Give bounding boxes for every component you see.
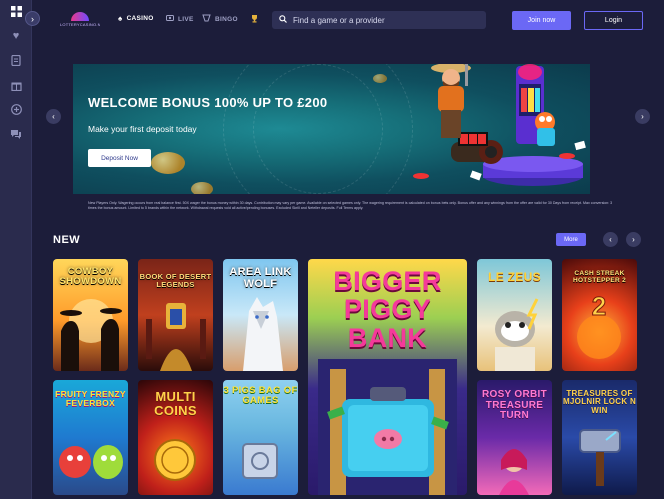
receipt-icon[interactable] <box>9 53 23 67</box>
site-logo[interactable]: LOTTERYCASINO.NET <box>60 12 100 28</box>
game-tile-fruity-frenzy-feverbox[interactable]: FRUITY FRENZY FEVERBOX <box>53 380 128 495</box>
deposit-now-button[interactable]: Deposit Now <box>88 149 151 167</box>
live-icon <box>166 14 174 24</box>
search-icon <box>279 15 287 25</box>
game-tile-rosy-orbit[interactable]: ROSY ORBIT TREASURE TURN <box>477 380 552 495</box>
game-tile-bigger-piggy-bank[interactable]: BIGGER PIGGY BANK <box>308 259 467 495</box>
coin-decoration <box>373 74 387 83</box>
welcome-banner[interactable]: WELCOME BONUS 100% UP TO £200 Make your … <box>73 64 590 194</box>
game-title: COWBOY SHOWDOWN <box>59 266 122 287</box>
game-title: TREASURES OF MJOLNIR LOCK N WIN <box>562 389 637 415</box>
chat-icon[interactable] <box>9 127 23 141</box>
banner-title: WELCOME BONUS 100% UP TO £200 <box>88 95 328 110</box>
svg-text:2: 2 <box>592 291 606 321</box>
game-tile-3-pigs[interactable]: 3 PIGS BAG OF GAMES <box>223 380 298 495</box>
game-tile-le-zeus[interactable]: LE ZEUS <box>477 259 552 371</box>
banner-next-button[interactable]: › <box>635 109 650 124</box>
trophy-icon[interactable] <box>250 14 259 23</box>
search-bar[interactable] <box>272 11 486 29</box>
new-prev-button[interactable]: ‹ <box>603 232 618 247</box>
banner-subtitle: Make your first deposit today <box>88 124 197 134</box>
nav-live[interactable]: LIVE <box>166 14 194 24</box>
game-title: MULTI COINS <box>154 389 197 418</box>
nav-bingo[interactable]: BINGO <box>202 14 238 24</box>
banner-cowboy-slot-illustration <box>413 64 586 186</box>
new-next-button[interactable]: › <box>626 232 641 247</box>
game-tile-area-link-wolf[interactable]: AREA LINK WOLF <box>223 259 298 371</box>
logo-mark <box>71 12 89 21</box>
new-section-title: NEW <box>53 234 81 246</box>
spade-icon: ♠ <box>118 14 123 23</box>
heart-icon[interactable]: ♥ <box>9 29 23 43</box>
logo-text: LOTTERYCASINO.NET <box>60 22 100 27</box>
game-tile-treasures-of-mjolnir[interactable]: TREASURES OF MJOLNIR LOCK N WIN <box>562 380 637 495</box>
coin-decoration <box>151 152 185 174</box>
join-now-button[interactable]: Join now <box>512 11 571 30</box>
game-title: LE ZEUS <box>488 270 541 284</box>
banner-decor-ring <box>253 64 383 194</box>
gift-icon[interactable] <box>9 78 23 92</box>
plus-circle-icon[interactable] <box>9 102 23 116</box>
top-header: LOTTERYCASINO.NET ♠ CASINO LIVE BINGO Jo… <box>32 0 664 40</box>
login-button[interactable]: Login <box>584 11 643 30</box>
search-input[interactable] <box>293 15 473 25</box>
game-tile-book-of-desert-legends[interactable]: BOOK OF DESERT LEGENDS <box>138 259 213 371</box>
game-title: 3 PIGS BAG OF GAMES <box>223 385 298 406</box>
game-title: FRUITY FRENZY FEVERBOX <box>55 389 126 408</box>
game-title: ROSY ORBIT TREASURE TURN <box>481 389 548 421</box>
nav-bingo-label: BINGO <box>215 15 238 23</box>
more-button[interactable]: More <box>556 233 586 246</box>
game-tile-cowboy-showdown[interactable]: COWBOY SHOWDOWN <box>53 259 128 371</box>
game-title: BIGGER PIGGY BANK <box>333 266 442 353</box>
game-title: AREA LINK WOLF <box>229 266 292 290</box>
game-tile-multi-coins[interactable]: MULTI COINS <box>138 380 213 495</box>
banner-prev-button[interactable]: ‹ <box>46 109 61 124</box>
grid-icon[interactable] <box>9 4 23 18</box>
game-title: BOOK OF DESERT LEGENDS <box>139 272 212 289</box>
coin-decoration <box>191 182 213 194</box>
bonus-terms-disclaimer: New Players Only. Wagering occurs from r… <box>88 201 613 210</box>
nav-casino[interactable]: ♠ CASINO <box>118 14 154 23</box>
sidebar-toggle-button[interactable]: › <box>25 11 40 26</box>
sidebar: ♥ <box>0 0 32 499</box>
nav-live-label: LIVE <box>178 15 194 23</box>
nav-casino-label: CASINO <box>126 15 154 22</box>
game-tile-cash-streak-hotstepper-2[interactable]: 2 CASH STREAK HOTSTEPPER 2 <box>562 259 637 371</box>
bingo-icon <box>202 14 211 24</box>
game-title: CASH STREAK HOTSTEPPER 2 <box>572 270 627 284</box>
